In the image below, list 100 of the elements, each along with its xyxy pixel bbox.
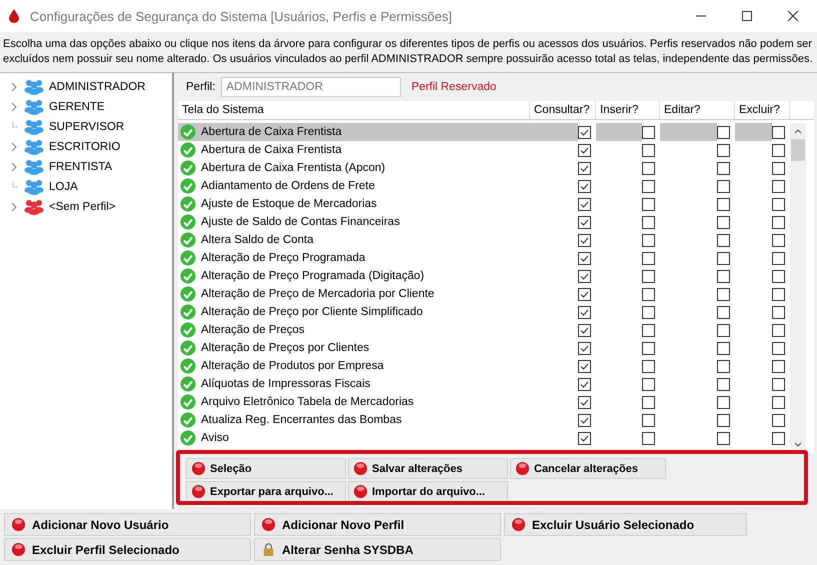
checkbox[interactable]: [772, 324, 785, 336]
screen-name[interactable]: Adiantamento de Ordens de Frete: [201, 180, 375, 192]
checkbox[interactable]: [642, 144, 655, 156]
checkbox[interactable]: [578, 396, 591, 408]
checkbox[interactable]: [578, 378, 591, 390]
checkbox[interactable]: [578, 144, 591, 156]
checkbox[interactable]: [772, 126, 785, 138]
tree-item[interactable]: LOJA: [49, 181, 78, 193]
checkbox[interactable]: [772, 396, 785, 408]
action-button[interactable]: Excluir Perfil Selecionado: [4, 538, 251, 561]
expand-icon[interactable]: [10, 102, 18, 112]
checkbox[interactable]: [717, 414, 730, 426]
close-icon[interactable]: [787, 10, 799, 22]
screen-name[interactable]: Altera Saldo de Conta: [201, 234, 314, 246]
scroll-thumb[interactable]: [791, 139, 805, 161]
checkbox[interactable]: [642, 342, 655, 354]
checkbox[interactable]: [642, 126, 655, 138]
tree-item[interactable]: SUPERVISOR: [49, 121, 124, 133]
screen-name[interactable]: Alteração de Preço por Cliente Simplificado: [201, 306, 423, 318]
checkbox[interactable]: [717, 360, 730, 372]
expand-icon[interactable]: [10, 142, 18, 152]
checkbox[interactable]: [642, 432, 655, 444]
checkbox[interactable]: [642, 234, 655, 246]
checkbox[interactable]: [772, 252, 785, 264]
checkbox[interactable]: [578, 252, 591, 264]
checkbox[interactable]: [578, 126, 591, 138]
checkbox[interactable]: [642, 216, 655, 228]
checkbox[interactable]: [772, 216, 785, 228]
checkbox[interactable]: [642, 162, 655, 174]
checkbox[interactable]: [642, 198, 655, 210]
checkbox[interactable]: [642, 306, 655, 318]
checkbox[interactable]: [578, 432, 591, 444]
checkbox[interactable]: [717, 306, 730, 318]
screen-name[interactable]: Ajuste de Estoque de Mercadorias: [201, 198, 377, 210]
checkbox[interactable]: [578, 324, 591, 336]
checkbox[interactable]: [642, 270, 655, 282]
action-button[interactable]: Salvar alterações: [348, 458, 508, 479]
checkbox[interactable]: [717, 324, 730, 336]
checkbox[interactable]: [772, 306, 785, 318]
checkbox[interactable]: [642, 378, 655, 390]
checkbox[interactable]: [772, 432, 785, 444]
tree-item[interactable]: ESCRITORIO: [49, 141, 120, 153]
checkbox[interactable]: [772, 414, 785, 426]
expand-icon[interactable]: [10, 82, 18, 92]
checkbox[interactable]: [717, 378, 730, 390]
checkbox[interactable]: [717, 126, 730, 138]
checkbox[interactable]: [642, 360, 655, 372]
action-button[interactable]: Importar do arquivo...: [348, 481, 508, 502]
action-button[interactable]: Adicionar Novo Usuário: [4, 513, 251, 536]
action-button[interactable]: Alterar Senha SYSDBA: [254, 538, 501, 561]
checkbox[interactable]: [578, 288, 591, 300]
screen-name[interactable]: Ajuste de Saldo de Contas Financeiras: [201, 216, 400, 228]
screen-name[interactable]: Aviso: [201, 432, 229, 444]
checkbox[interactable]: [772, 342, 785, 354]
screen-name[interactable]: Alteração de Preços: [201, 324, 305, 336]
checkbox[interactable]: [717, 432, 730, 444]
checkbox[interactable]: [717, 198, 730, 210]
checkbox[interactable]: [772, 162, 785, 174]
checkbox[interactable]: [717, 162, 730, 174]
checkbox[interactable]: [772, 378, 785, 390]
scroll-up-icon[interactable]: [794, 128, 802, 134]
checkbox[interactable]: [772, 144, 785, 156]
screen-name[interactable]: Abertura de Caixa Frentista: [201, 144, 342, 156]
checkbox[interactable]: [717, 270, 730, 282]
checkbox[interactable]: [642, 396, 655, 408]
screen-name[interactable]: Arquivo Eletrônico Tabela de Mercadorias: [201, 396, 414, 408]
checkbox[interactable]: [772, 234, 785, 246]
checkbox[interactable]: [578, 270, 591, 282]
tree-item[interactable]: ADMINISTRADOR: [49, 81, 146, 93]
expand-icon[interactable]: [10, 162, 18, 172]
checkbox[interactable]: [772, 360, 785, 372]
action-button[interactable]: Exportar para arquivo...: [186, 481, 346, 502]
screen-name[interactable]: Alteração de Preço Programada: [201, 252, 366, 264]
maximize-icon[interactable]: [741, 10, 753, 22]
tree-item[interactable]: <Sem Perfil>: [49, 201, 116, 213]
checkbox[interactable]: [717, 252, 730, 264]
checkbox[interactable]: [717, 216, 730, 228]
checkbox[interactable]: [772, 198, 785, 210]
checkbox[interactable]: [717, 234, 730, 246]
checkbox[interactable]: [578, 414, 591, 426]
action-button[interactable]: Seleção: [186, 458, 346, 479]
tree-item[interactable]: FRENTISTA: [49, 161, 112, 173]
checkbox[interactable]: [578, 180, 591, 192]
action-button[interactable]: Excluir Usuário Selecionado: [504, 513, 747, 536]
checkbox[interactable]: [642, 324, 655, 336]
expand-icon[interactable]: [10, 202, 18, 212]
checkbox[interactable]: [578, 216, 591, 228]
checkbox[interactable]: [578, 306, 591, 318]
checkbox[interactable]: [772, 180, 785, 192]
screen-name[interactable]: Alteração de Preço Programada (Digitação): [201, 270, 424, 282]
tree-item[interactable]: GERENTE: [49, 101, 105, 113]
checkbox[interactable]: [717, 180, 730, 192]
screen-name[interactable]: Alíquotas de Impressoras Fiscais: [201, 378, 370, 390]
checkbox[interactable]: [772, 270, 785, 282]
checkbox[interactable]: [717, 288, 730, 300]
screen-name[interactable]: Atualiza Reg. Encerrantes das Bombas: [201, 414, 402, 426]
checkbox[interactable]: [642, 288, 655, 300]
checkbox[interactable]: [717, 144, 730, 156]
checkbox[interactable]: [717, 396, 730, 408]
checkbox[interactable]: [772, 288, 785, 300]
